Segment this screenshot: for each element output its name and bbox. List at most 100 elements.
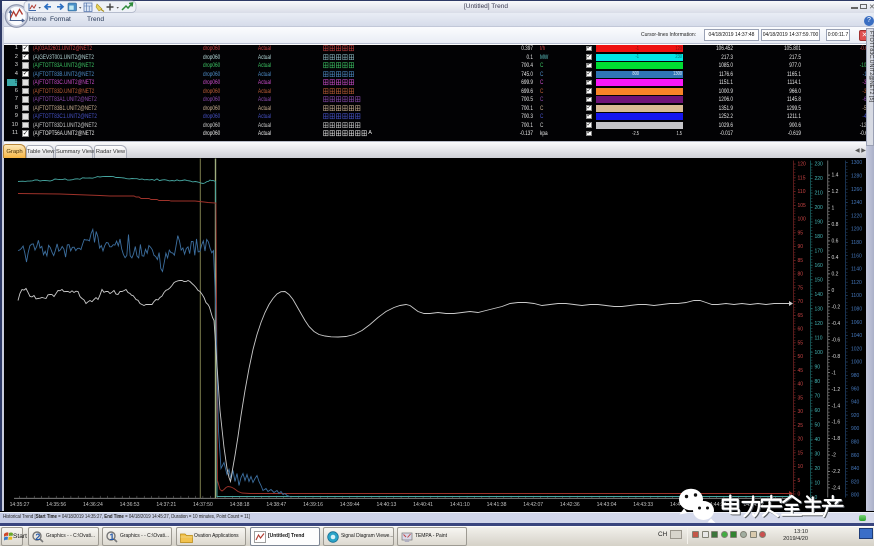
svg-text:35: 35 <box>798 395 804 401</box>
svg-text:115: 115 <box>798 175 806 181</box>
svg-text:960: 960 <box>851 386 860 392</box>
svg-text:1200: 1200 <box>851 226 862 232</box>
svg-text:1080: 1080 <box>851 306 862 312</box>
svg-text:920: 920 <box>851 412 860 418</box>
svg-text:14:37:21: 14:37:21 <box>156 501 176 507</box>
svg-text:75: 75 <box>798 285 804 291</box>
svg-text:14:40:41: 14:40:41 <box>413 501 433 507</box>
svg-text:-1.6: -1.6 <box>832 419 841 425</box>
svg-text:1180: 1180 <box>851 240 862 246</box>
svg-text:10: 10 <box>798 464 804 470</box>
svg-text:70: 70 <box>815 393 821 399</box>
svg-text:14:43:33: 14:43:33 <box>633 501 653 507</box>
svg-text:180: 180 <box>815 234 824 240</box>
svg-text:860: 860 <box>851 452 860 458</box>
svg-text:220: 220 <box>815 176 824 182</box>
svg-text:120: 120 <box>815 321 824 327</box>
svg-text:30: 30 <box>815 451 821 457</box>
svg-text:40: 40 <box>798 381 804 387</box>
svg-text:14:38:18: 14:38:18 <box>230 501 250 507</box>
svg-text:1260: 1260 <box>851 186 862 192</box>
svg-text:1140: 1140 <box>851 266 862 272</box>
svg-text:-0.8: -0.8 <box>832 353 841 359</box>
svg-text:65: 65 <box>798 312 804 318</box>
svg-text:55: 55 <box>798 340 804 346</box>
svg-text:200: 200 <box>815 205 824 211</box>
svg-text:2: 2 <box>35 532 40 542</box>
svg-text:20: 20 <box>798 436 804 442</box>
svg-text:150: 150 <box>815 277 824 283</box>
svg-text:80: 80 <box>815 379 821 385</box>
svg-text:14:43:04: 14:43:04 <box>597 501 617 507</box>
svg-text:40: 40 <box>815 437 821 443</box>
svg-text:14:35:56: 14:35:56 <box>46 501 66 507</box>
svg-text:100: 100 <box>798 216 807 222</box>
svg-text:0.6: 0.6 <box>832 238 839 244</box>
svg-text:105: 105 <box>798 202 807 208</box>
svg-text:14:41:10: 14:41:10 <box>450 501 470 507</box>
svg-text:-2: -2 <box>832 452 837 458</box>
svg-text:-2.2: -2.2 <box>832 469 841 475</box>
svg-text:14:37:50: 14:37:50 <box>193 501 213 507</box>
svg-text:120: 120 <box>798 161 807 167</box>
svg-text:130: 130 <box>815 306 824 312</box>
svg-text:-0.6: -0.6 <box>832 337 841 343</box>
svg-text:14:40:13: 14:40:13 <box>376 501 396 507</box>
svg-text:20: 20 <box>815 466 821 472</box>
svg-text:14:39:16: 14:39:16 <box>303 501 323 507</box>
svg-text:14:35:27: 14:35:27 <box>10 501 30 507</box>
svg-text:-1: -1 <box>832 370 837 376</box>
svg-text:1280: 1280 <box>851 173 862 179</box>
svg-text:14:42:07: 14:42:07 <box>523 501 543 507</box>
svg-text:30: 30 <box>798 409 804 415</box>
svg-text:50: 50 <box>798 354 804 360</box>
svg-text:900: 900 <box>851 426 860 432</box>
svg-text:880: 880 <box>851 439 860 445</box>
svg-text:1100: 1100 <box>851 293 862 299</box>
svg-text:980: 980 <box>851 373 860 379</box>
svg-text:1.2: 1.2 <box>832 189 839 195</box>
svg-text:840: 840 <box>851 466 860 472</box>
svg-text:-1.2: -1.2 <box>832 386 841 392</box>
svg-text:1220: 1220 <box>851 213 862 219</box>
svg-text:-0.4: -0.4 <box>832 320 841 326</box>
svg-text:110: 110 <box>815 335 823 341</box>
svg-text:0.2: 0.2 <box>832 271 839 277</box>
svg-text:70: 70 <box>798 299 804 305</box>
svg-text:-1.8: -1.8 <box>832 436 841 442</box>
svg-text:1: 1 <box>832 205 835 211</box>
svg-text:14:36:24: 14:36:24 <box>83 501 103 507</box>
svg-text:80: 80 <box>798 271 804 277</box>
svg-text:0: 0 <box>832 288 835 294</box>
svg-text:-1.4: -1.4 <box>832 403 841 409</box>
svg-text:1000: 1000 <box>851 359 862 365</box>
svg-text:0.8: 0.8 <box>832 222 839 228</box>
svg-text:140: 140 <box>815 292 824 298</box>
svg-text:14:36:53: 14:36:53 <box>120 501 140 507</box>
svg-text:0.4: 0.4 <box>832 255 839 261</box>
svg-text:1240: 1240 <box>851 200 862 206</box>
svg-text:1300: 1300 <box>851 160 862 166</box>
svg-text:14:42:36: 14:42:36 <box>560 501 580 507</box>
svg-text:1: 1 <box>109 532 114 542</box>
svg-text:90: 90 <box>815 364 821 370</box>
svg-text:160: 160 <box>815 263 824 269</box>
svg-text:1060: 1060 <box>851 319 862 325</box>
svg-text:170: 170 <box>815 248 824 254</box>
svg-text:190: 190 <box>815 219 824 225</box>
svg-text:14:38:47: 14:38:47 <box>266 501 286 507</box>
svg-text:230: 230 <box>815 161 824 167</box>
svg-text:45: 45 <box>798 367 804 373</box>
svg-text:85: 85 <box>798 257 804 263</box>
svg-text:50: 50 <box>815 422 821 428</box>
svg-text:940: 940 <box>851 399 860 405</box>
svg-text:14:39:44: 14:39:44 <box>340 501 360 507</box>
svg-text:95: 95 <box>798 230 804 236</box>
svg-text:1120: 1120 <box>851 279 862 285</box>
svg-text:100: 100 <box>815 350 824 356</box>
svg-text:60: 60 <box>798 326 804 332</box>
svg-text:1160: 1160 <box>851 253 862 259</box>
svg-text:25: 25 <box>798 422 804 428</box>
svg-text:14:41:38: 14:41:38 <box>487 501 507 507</box>
svg-text:1040: 1040 <box>851 333 862 339</box>
